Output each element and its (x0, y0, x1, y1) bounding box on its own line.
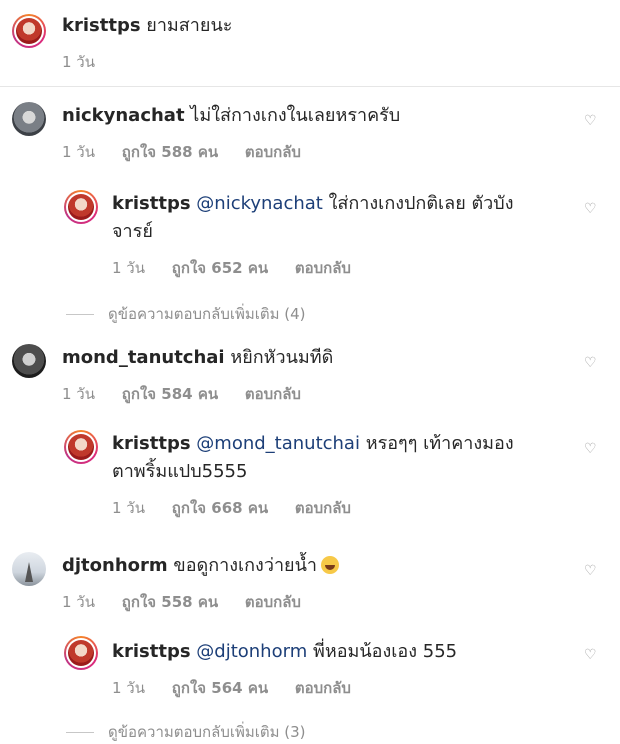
comment-text: djtonhorm ขอดูกางเกงว่ายน้ำ (62, 554, 340, 578)
comment-body: ใส่กางเกงปกติเลย ตัวบัง (328, 193, 514, 214)
comment-meta: 1 วัน ถูกใจ 668 คน ตอบกลับ (112, 496, 373, 520)
heart-outline-icon[interactable]: ♡ (584, 202, 598, 216)
comment-time: 1 วัน (112, 259, 145, 277)
comment-body: พี่หอมน้องเอง 555 (312, 641, 458, 662)
avatar[interactable] (64, 430, 98, 464)
comment-text: kristtps @mond_tanutchai หรอๆๆ เท้าคางมอ… (112, 432, 514, 456)
comment-time: 1 วัน (62, 385, 95, 403)
comment-body: ไม่ใส่กางเกงในเลยหราครับ (190, 105, 401, 126)
divider (66, 314, 94, 315)
heart-outline-icon[interactable]: ♡ (584, 114, 598, 128)
mention-link[interactable]: @djtonhorm (196, 641, 307, 662)
view-more-label[interactable]: ดูข้อความตอบกลับเพิ่มเติม (3) (108, 723, 306, 741)
comment-meta: 1 วัน ถูกใจ 584 คน ตอบกลับ (62, 382, 323, 406)
mention-link[interactable]: @nickynachat (196, 193, 323, 214)
like-count[interactable]: ถูกใจ 564 คน (172, 679, 268, 697)
heart-outline-icon[interactable]: ♡ (584, 564, 598, 578)
heart-outline-icon[interactable]: ♡ (584, 648, 598, 662)
caption-text: ยามสายนะ (146, 15, 233, 36)
comment-body: หยิกหัวนมทีดิ (230, 347, 334, 368)
comment-body: หรอๆๆ เท้าคางมอง (365, 433, 514, 454)
reply-button[interactable]: ตอบกลับ (245, 385, 301, 403)
comment-text: nickynachat ไม่ใส่กางเกงในเลยหราครับ (62, 104, 400, 128)
reply-button[interactable]: ตอบกลับ (245, 593, 301, 611)
caption-time: 1 วัน (62, 53, 95, 71)
caption-line: kristtps ยามสายนะ (62, 14, 232, 38)
username[interactable]: nickynachat (62, 105, 185, 126)
comment-meta: 1 วัน ถูกใจ 564 คน ตอบกลับ (112, 676, 373, 700)
reply-button[interactable]: ตอบกลับ (295, 259, 351, 277)
comment-body: ขอดูกางเกงว่ายน้ำ (173, 555, 318, 576)
username[interactable]: kristtps (112, 193, 191, 214)
reply-button[interactable]: ตอบกลับ (295, 679, 351, 697)
comment-text-continued: ตาพริ้มแปบ5555 (112, 461, 248, 482)
heart-outline-icon[interactable]: ♡ (584, 442, 598, 456)
username[interactable]: mond_tanutchai (62, 347, 225, 368)
username[interactable]: kristtps (112, 433, 191, 454)
like-count[interactable]: ถูกใจ 584 คน (122, 385, 218, 403)
avatar[interactable] (64, 190, 98, 224)
mention-link[interactable]: @mond_tanutchai (196, 433, 360, 454)
username[interactable]: kristtps (112, 641, 191, 662)
comment-time: 1 วัน (62, 143, 95, 161)
username[interactable]: kristtps (62, 15, 141, 36)
comment-text: mond_tanutchai หยิกหัวนมทีดิ (62, 346, 333, 370)
comment-text: kristtps @nickynachat ใส่กางเกงปกติเลย ต… (112, 192, 513, 216)
comment-meta: 1 วัน ถูกใจ 588 คน ตอบกลับ (62, 140, 323, 164)
like-count[interactable]: ถูกใจ 652 คน (172, 259, 268, 277)
post-caption: kristtps ยามสายนะ 1 วัน (0, 0, 620, 87)
heart-outline-icon[interactable]: ♡ (584, 356, 598, 370)
grinning-face-with-sweat-icon (321, 556, 340, 574)
avatar[interactable] (12, 102, 46, 136)
comment-text-continued: จารย์ (112, 221, 153, 242)
view-more-replies[interactable]: ดูข้อความตอบกลับเพิ่มเติม (4) (66, 302, 306, 326)
comment-time: 1 วัน (62, 593, 95, 611)
comment-meta: 1 วัน ถูกใจ 652 คน ตอบกลับ (112, 256, 373, 280)
reply-button[interactable]: ตอบกลับ (295, 499, 351, 517)
divider (66, 732, 94, 733)
avatar[interactable] (12, 344, 46, 378)
reply-button[interactable]: ตอบกลับ (245, 143, 301, 161)
avatar[interactable] (12, 14, 46, 48)
like-count[interactable]: ถูกใจ 558 คน (122, 593, 218, 611)
comment-time: 1 วัน (112, 499, 145, 517)
comment-time: 1 วัน (112, 679, 145, 697)
username[interactable]: djtonhorm (62, 555, 168, 576)
avatar[interactable] (64, 636, 98, 670)
comment-text: kristtps @djtonhorm พี่หอมน้องเอง 555 (112, 640, 457, 664)
like-count[interactable]: ถูกใจ 668 คน (172, 499, 268, 517)
view-more-label[interactable]: ดูข้อความตอบกลับเพิ่มเติม (4) (108, 305, 306, 323)
like-count[interactable]: ถูกใจ 588 คน (122, 143, 218, 161)
view-more-replies[interactable]: ดูข้อความตอบกลับเพิ่มเติม (3) (66, 720, 306, 744)
avatar[interactable] (12, 552, 46, 586)
comment-meta: 1 วัน ถูกใจ 558 คน ตอบกลับ (62, 590, 323, 614)
